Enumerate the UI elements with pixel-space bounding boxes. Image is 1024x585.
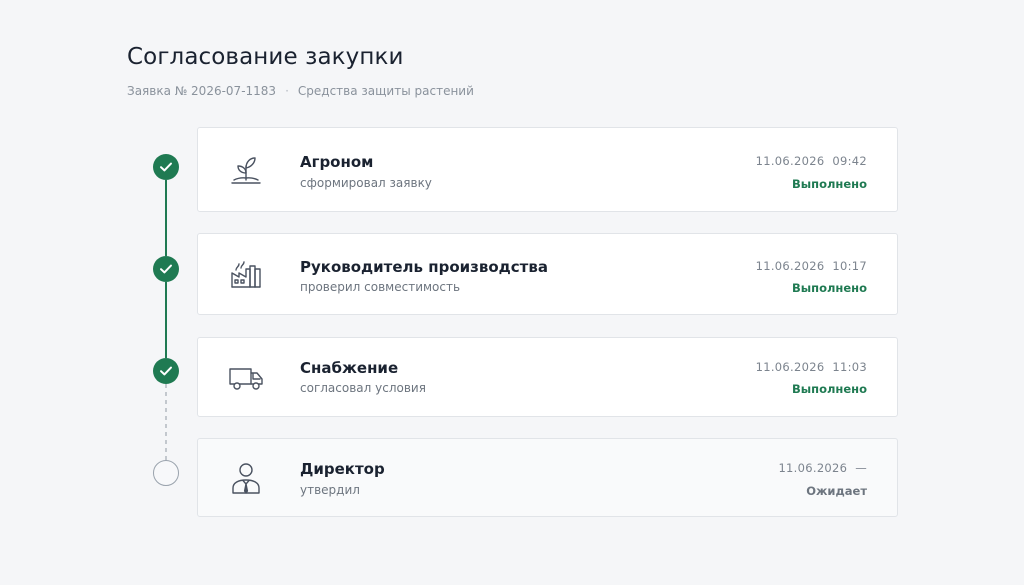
timeline-connector — [165, 180, 167, 256]
timeline-connector — [165, 282, 167, 358]
step-role: Агроном — [300, 153, 374, 171]
checkmark-icon — [160, 264, 172, 274]
person-icon — [232, 462, 260, 494]
sprout-icon — [231, 156, 261, 184]
step-action: сформировал заявку — [300, 176, 432, 190]
truck-icon — [229, 368, 263, 390]
status-badge: Выполнено — [791, 281, 867, 295]
step-action: проверил совместимость — [300, 280, 461, 294]
step-role: Руководитель производства — [300, 258, 548, 276]
checkmark-icon — [160, 162, 172, 172]
subtitle-separator: · — [285, 84, 289, 98]
approval-page: Согласование закупки Заявка № 2026-07-11… — [0, 0, 1024, 585]
status-badge: Выполнено — [791, 177, 867, 191]
step-datetime: 11.06.2026 10:17 — [755, 259, 867, 273]
page-subtitle: Заявка № 2026-07-1183 · Средства защиты … — [127, 84, 474, 98]
step-pending-marker — [153, 460, 179, 486]
step-datetime: 11.06.2026 — — [778, 461, 867, 475]
step-action: утвердил — [300, 483, 360, 497]
step-card-director[interactable]: Директор утвердил 11.06.2026 — Ожидает — [197, 438, 898, 517]
step-done-marker — [153, 154, 179, 180]
step-datetime: 11.06.2026 11:03 — [755, 360, 867, 374]
step-done-marker — [153, 256, 179, 282]
status-badge: Ожидает — [806, 484, 867, 498]
step-done-marker — [153, 358, 179, 384]
step-card-production-head[interactable]: Руководитель производства проверил совме… — [197, 233, 898, 315]
request-number: Заявка № 2026-07-1183 — [127, 84, 277, 98]
step-role: Директор — [300, 460, 385, 478]
step-card-agronomist[interactable]: Агроном сформировал заявку 11.06.2026 09… — [197, 127, 898, 212]
step-card-supply[interactable]: Снабжение согласовал условия 11.06.2026 … — [197, 337, 898, 417]
checkmark-icon — [160, 366, 172, 376]
request-category: Средства защиты растений — [297, 84, 474, 98]
timeline-connector-pending — [165, 384, 167, 460]
step-datetime: 11.06.2026 09:42 — [755, 154, 867, 168]
step-role: Снабжение — [300, 359, 399, 377]
status-badge: Выполнено — [791, 382, 867, 396]
factory-icon — [231, 261, 261, 288]
step-action: согласовал условия — [300, 381, 426, 395]
page-title: Согласование закупки — [127, 44, 404, 70]
